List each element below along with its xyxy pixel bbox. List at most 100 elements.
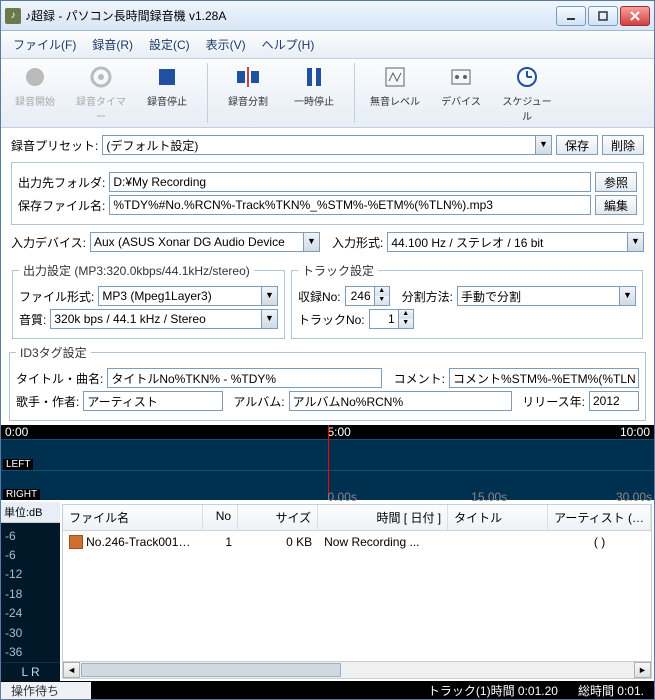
track-no-label: トラックNo: bbox=[298, 311, 365, 328]
record-icon bbox=[21, 63, 49, 91]
file-artist-cell: ( ) bbox=[548, 533, 651, 551]
window-title: ♪超録 - パソコン長時間録音機 v1.28A bbox=[25, 7, 556, 24]
file-icon bbox=[69, 535, 83, 549]
status-bar: 操作待ち トラック(1)時間 0:01.20 総時間 0:01. bbox=[1, 681, 654, 699]
output-filename-label: 保存ファイル名: bbox=[18, 197, 105, 214]
menu-settings[interactable]: 設定(C) bbox=[143, 34, 196, 55]
channel-left-label: LEFT bbox=[3, 459, 33, 470]
input-device-dropdown-button[interactable]: ▼ bbox=[303, 232, 320, 252]
rec-no-spinner[interactable]: ▲▼ bbox=[345, 286, 390, 306]
spin-up-icon[interactable]: ▲ bbox=[375, 287, 389, 296]
toolbar-record-timer[interactable]: 録音タイマー bbox=[75, 63, 127, 123]
status-track-time: トラック(1)時間 0:01.20 bbox=[418, 682, 568, 699]
scroll-left-button[interactable]: ◄ bbox=[63, 662, 80, 678]
id3-comment-input[interactable] bbox=[449, 368, 639, 388]
preset-save-button[interactable]: 保存 bbox=[556, 135, 598, 155]
quality-select[interactable] bbox=[50, 309, 261, 329]
scroll-thumb[interactable] bbox=[81, 663, 341, 677]
id3-legend: ID3タグ設定 bbox=[16, 344, 91, 361]
preset-dropdown-button[interactable]: ▼ bbox=[535, 135, 552, 155]
col-title[interactable]: タイトル bbox=[448, 505, 548, 530]
file-format-select[interactable] bbox=[98, 286, 261, 306]
timeline-tick: 5:00 bbox=[328, 425, 351, 439]
id3-year-input[interactable] bbox=[589, 391, 639, 411]
file-format-dropdown-button[interactable]: ▼ bbox=[261, 286, 278, 306]
preset-select[interactable] bbox=[102, 135, 535, 155]
status-total-time: 総時間 0:01. bbox=[568, 682, 654, 699]
menu-bar: ファイル(F) 録音(R) 設定(C) 表示(V) ヘルプ(H) bbox=[1, 31, 654, 59]
toolbar-device[interactable]: デバイス bbox=[435, 63, 487, 123]
menu-record[interactable]: 録音(R) bbox=[86, 34, 139, 55]
col-filename[interactable]: ファイル名 bbox=[63, 505, 203, 530]
preset-label: 録音プリセット: bbox=[11, 137, 98, 154]
output-fieldset: 出力先フォルダ: 参照 保存ファイル名: 編集 bbox=[11, 162, 644, 225]
silence-icon bbox=[381, 63, 409, 91]
toolbar-schedule[interactable]: スケジュール bbox=[501, 63, 553, 123]
toolbar-record-stop[interactable]: 録音停止 bbox=[141, 63, 193, 123]
menu-file[interactable]: ファイル(F) bbox=[7, 34, 82, 55]
schedule-icon bbox=[513, 63, 541, 91]
spin-up-icon[interactable]: ▲ bbox=[399, 310, 413, 319]
col-size[interactable]: サイズ bbox=[238, 505, 318, 530]
split-method-select[interactable] bbox=[457, 286, 619, 306]
toolbar-pause[interactable]: 一時停止 bbox=[288, 63, 340, 123]
timeline-tick: 0:00 bbox=[5, 425, 28, 439]
maximize-button[interactable] bbox=[588, 6, 618, 26]
waveform-bottom-ticks: 0.00s 15.00s 30.00s bbox=[1, 490, 654, 500]
file-format-label: ファイル形式: bbox=[19, 288, 94, 305]
col-time[interactable]: 時間 [ 日付 ] bbox=[318, 505, 448, 530]
track-no-input[interactable] bbox=[369, 309, 399, 329]
menu-help[interactable]: ヘルプ(H) bbox=[256, 34, 321, 55]
meter-header: 単位:dB bbox=[1, 502, 60, 523]
spin-down-icon[interactable]: ▼ bbox=[375, 296, 389, 305]
scroll-right-button[interactable]: ► bbox=[634, 662, 651, 678]
level-meter: 単位:dB -6 -6 -12 -18 -24 -30 -36 L R bbox=[1, 502, 60, 681]
output-folder-input[interactable] bbox=[109, 172, 591, 192]
id3-album-label: アルバム: bbox=[233, 393, 284, 410]
id3-title-input[interactable] bbox=[107, 368, 381, 388]
input-device-select[interactable] bbox=[90, 232, 303, 252]
input-format-dropdown-button[interactable]: ▼ bbox=[627, 232, 644, 252]
file-size-cell: 0 KB bbox=[238, 533, 318, 551]
output-folder-label: 出力先フォルダ: bbox=[18, 174, 105, 191]
output-filename-input[interactable] bbox=[109, 195, 591, 215]
rec-no-input[interactable] bbox=[345, 286, 375, 306]
app-icon: ♪ bbox=[5, 8, 21, 24]
close-button[interactable] bbox=[620, 6, 650, 26]
file-time-cell: Now Recording ... bbox=[318, 533, 448, 551]
rec-no-label: 収録No: bbox=[298, 288, 341, 305]
preset-delete-button[interactable]: 削除 bbox=[602, 135, 644, 155]
col-no[interactable]: No bbox=[203, 505, 238, 530]
stop-icon bbox=[153, 63, 181, 91]
toolbar-silence-level[interactable]: 無音レベル bbox=[369, 63, 421, 123]
id3-album-input[interactable] bbox=[289, 391, 513, 411]
edit-button[interactable]: 編集 bbox=[595, 195, 637, 215]
split-method-dropdown-button[interactable]: ▼ bbox=[619, 286, 636, 306]
quality-dropdown-button[interactable]: ▼ bbox=[261, 309, 278, 329]
track-settings-legend: トラック設定 bbox=[298, 262, 378, 279]
pause-icon bbox=[300, 63, 328, 91]
file-list: ファイル名 No サイズ 時間 [ 日付 ] タイトル アーティスト (… No… bbox=[62, 504, 652, 679]
track-no-spinner[interactable]: ▲▼ bbox=[369, 309, 414, 329]
browse-button[interactable]: 参照 bbox=[595, 172, 637, 192]
horizontal-scrollbar[interactable]: ◄ ► bbox=[63, 661, 651, 678]
output-settings-fieldset: 出力設定 (MP3:320.0kbps/44.1kHz/stereo) ファイル… bbox=[12, 262, 285, 339]
id3-artist-input[interactable] bbox=[83, 391, 223, 411]
minimize-button[interactable] bbox=[556, 6, 586, 26]
file-row[interactable]: No.246-Track001… 1 0 KB Now Recording ..… bbox=[63, 531, 651, 553]
toolbar-record-start[interactable]: 録音開始 bbox=[9, 63, 61, 123]
meter-scale: -6 -6 -12 -18 -24 -30 -36 bbox=[1, 523, 60, 662]
status-wait: 操作待ち bbox=[1, 682, 91, 699]
quality-label: 音質: bbox=[19, 311, 46, 328]
input-format-select[interactable] bbox=[387, 232, 627, 252]
waveform-display[interactable]: 0:00 5:00 10:00 LEFT RIGHT 0.00s 15.00s … bbox=[1, 425, 654, 500]
col-artist[interactable]: アーティスト (… bbox=[548, 505, 651, 530]
split-method-label: 分割方法: bbox=[402, 288, 453, 305]
spin-down-icon[interactable]: ▼ bbox=[399, 319, 413, 328]
meter-lr-label: L R bbox=[1, 662, 60, 681]
id3-comment-label: コメント: bbox=[394, 370, 445, 387]
menu-view[interactable]: 表示(V) bbox=[200, 34, 252, 55]
window-titlebar: ♪ ♪超録 - パソコン長時間録音機 v1.28A bbox=[1, 1, 654, 31]
toolbar-split[interactable]: 録音分割 bbox=[222, 63, 274, 123]
record-timer-icon bbox=[87, 63, 115, 91]
